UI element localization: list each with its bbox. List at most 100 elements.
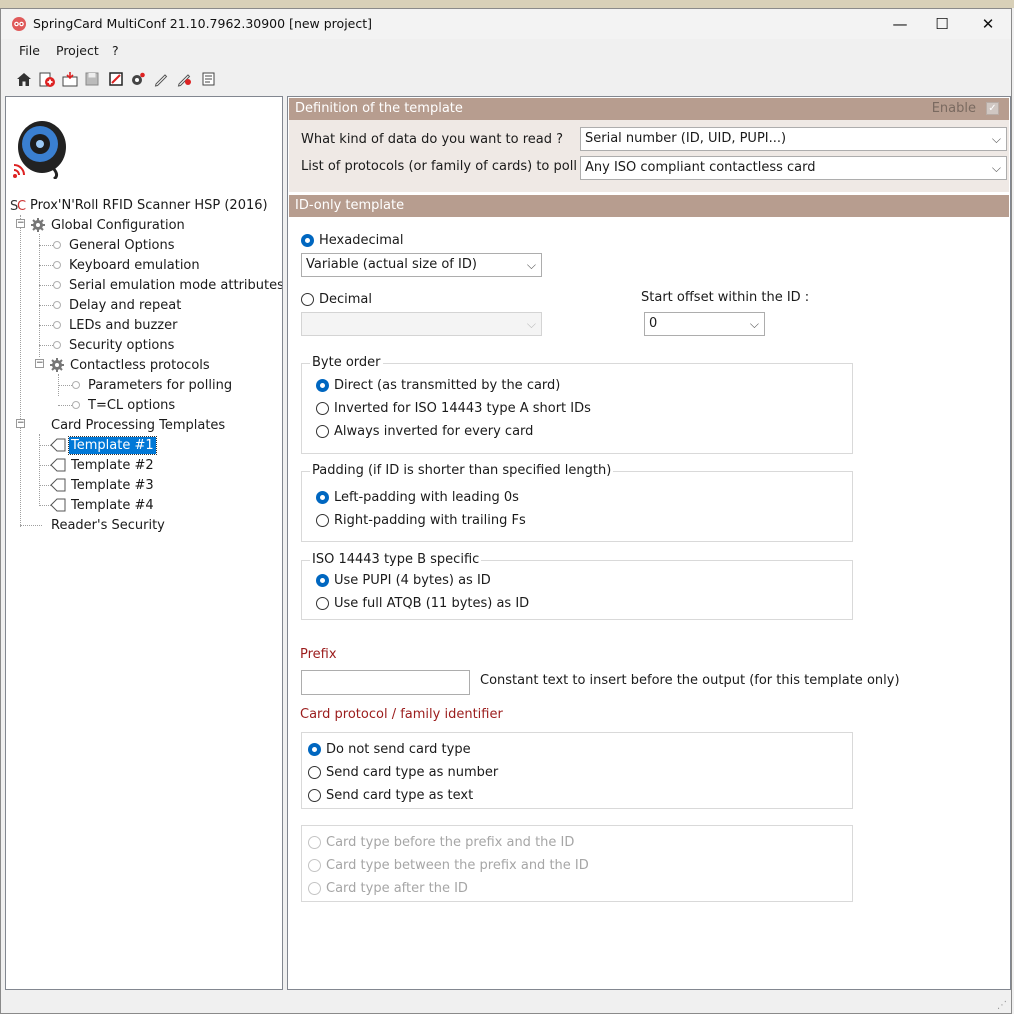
iso-b-atqb-radio[interactable]: Use full ATQB (11 bytes) as ID bbox=[316, 596, 529, 611]
new-icon[interactable] bbox=[36, 68, 58, 90]
tree-item-general[interactable]: General Options bbox=[53, 235, 177, 255]
export-icon[interactable] bbox=[105, 68, 127, 90]
status-bar: ⋰ bbox=[1, 991, 1011, 1013]
tree-root-label: Prox'N'Roll RFID Scanner HSP (2016) bbox=[30, 197, 268, 213]
tree-item-template-4[interactable]: Template #4 bbox=[50, 495, 156, 515]
padding-left-label: Left-padding with leading 0s bbox=[334, 490, 519, 505]
card-type-none-radio[interactable]: Do not send card type bbox=[308, 742, 471, 757]
tree-item-keyboard[interactable]: Keyboard emulation bbox=[53, 255, 202, 275]
padding-left-radio[interactable]: Left-padding with leading 0s bbox=[316, 490, 519, 505]
open-icon[interactable] bbox=[59, 68, 81, 90]
offset-select[interactable]: 0 ⌵ bbox=[644, 312, 765, 336]
iso-b-group: ISO 14443 type B specific Use PUPI (4 by… bbox=[301, 552, 853, 620]
tree-item-global[interactable]: Global Configuration bbox=[30, 215, 187, 235]
project-tree-panel: SC Prox'N'Roll RFID Scanner HSP (2016) −… bbox=[5, 96, 283, 990]
byte-order-inverted-a-radio[interactable]: Inverted for ISO 14443 type A short IDs bbox=[316, 401, 591, 416]
padding-right-radio[interactable]: Right-padding with trailing Fs bbox=[316, 513, 526, 528]
app-window: SpringCard MultiConf 21.10.7962.30900 [n… bbox=[0, 8, 1012, 1014]
hex-length-value: Variable (actual size of ID) bbox=[306, 257, 477, 272]
tree-item-template-3[interactable]: Template #3 bbox=[50, 475, 156, 495]
enable-checkbox[interactable]: ✓ bbox=[986, 102, 999, 115]
radio-unchecked-icon bbox=[308, 766, 321, 779]
chevron-down-icon: ⌵ bbox=[991, 132, 1001, 146]
tree-item-template-4-label: Template #4 bbox=[71, 497, 154, 513]
tree-item-delay[interactable]: Delay and repeat bbox=[53, 295, 183, 315]
enable-toggle[interactable]: Enable ✓ bbox=[932, 101, 999, 116]
iso-b-pupi-radio[interactable]: Use PUPI (4 bytes) as ID bbox=[316, 573, 491, 588]
save-icon[interactable] bbox=[81, 68, 103, 90]
edit-icon[interactable] bbox=[150, 68, 172, 90]
position-before-label: Card type before the prefix and the ID bbox=[326, 835, 575, 850]
tree-item-templates[interactable]: Card Processing Templates bbox=[49, 415, 227, 435]
home-icon[interactable] bbox=[13, 68, 35, 90]
hex-radio[interactable]: Hexadecimal bbox=[301, 233, 403, 248]
gear-icon bbox=[50, 358, 64, 372]
svg-text:C: C bbox=[17, 199, 26, 213]
radio-checked-icon bbox=[308, 743, 321, 756]
byte-order-always-inverted-radio[interactable]: Always inverted for every card bbox=[316, 424, 533, 439]
tree-item-template-2[interactable]: Template #2 bbox=[50, 455, 156, 475]
radio-unchecked-icon bbox=[308, 882, 321, 895]
reader-icon[interactable] bbox=[127, 68, 149, 90]
report-icon[interactable] bbox=[197, 68, 219, 90]
data-kind-select[interactable]: Serial number (ID, UID, PUPI...) ⌵ bbox=[580, 127, 1007, 151]
tree-item-serial[interactable]: Serial emulation mode attributes bbox=[53, 275, 282, 295]
tree-item-reader-security[interactable]: Reader's Security bbox=[49, 515, 167, 535]
tree-item-contactless[interactable]: Contactless protocols bbox=[49, 355, 212, 375]
card-type-number-label: Send card type as number bbox=[326, 765, 499, 780]
decimal-radio[interactable]: Decimal bbox=[301, 292, 372, 307]
collapse-templates-icon[interactable]: − bbox=[16, 419, 25, 428]
tree-root[interactable]: SC Prox'N'Roll RFID Scanner HSP (2016) bbox=[10, 195, 270, 215]
tree-item-polling-label: Parameters for polling bbox=[88, 377, 233, 393]
enable-label: Enable bbox=[931, 101, 976, 116]
byte-order-group: Byte order Direct (as transmitted by the… bbox=[301, 355, 853, 454]
menu-file[interactable]: File bbox=[19, 43, 40, 58]
node-icon bbox=[53, 241, 61, 249]
node-icon bbox=[53, 261, 61, 269]
menu-help[interactable]: ? bbox=[112, 43, 119, 58]
radio-unchecked-icon bbox=[316, 514, 329, 527]
decimal-length-select[interactable]: ⌵ bbox=[301, 312, 542, 336]
node-icon bbox=[53, 301, 61, 309]
collapse-contactless-icon[interactable]: − bbox=[35, 359, 44, 368]
card-type-number-radio[interactable]: Send card type as number bbox=[308, 765, 498, 780]
close-button[interactable]: ✕ bbox=[965, 9, 1011, 39]
collapse-global-icon[interactable]: − bbox=[16, 219, 25, 228]
protocols-value: Any ISO compliant contactless card bbox=[585, 160, 816, 175]
tree-item-reader-security-label: Reader's Security bbox=[51, 517, 165, 533]
minimize-button[interactable]: — bbox=[877, 9, 923, 39]
tree-item-tcl[interactable]: T=CL options bbox=[72, 395, 177, 415]
position-before-radio[interactable]: Card type before the prefix and the ID bbox=[308, 835, 574, 850]
tree-item-tcl-label: T=CL options bbox=[88, 397, 176, 413]
offset-value: 0 bbox=[649, 316, 658, 331]
position-after-radio[interactable]: Card type after the ID bbox=[308, 881, 468, 896]
position-after-label: Card type after the ID bbox=[326, 881, 468, 896]
position-between-radio[interactable]: Card type between the prefix and the ID bbox=[308, 858, 589, 873]
tree-item-global-label: Global Configuration bbox=[51, 217, 185, 233]
radio-unchecked-icon bbox=[308, 836, 321, 849]
tree-item-templates-label: Card Processing Templates bbox=[51, 417, 226, 433]
byte-order-always-inverted-label: Always inverted for every card bbox=[334, 424, 534, 439]
tree-item-security[interactable]: Security options bbox=[53, 335, 176, 355]
tree-item-leds[interactable]: LEDs and buzzer bbox=[53, 315, 179, 335]
tree-item-leds-label: LEDs and buzzer bbox=[69, 317, 178, 333]
hex-length-select[interactable]: Variable (actual size of ID) ⌵ bbox=[301, 253, 542, 277]
maximize-button[interactable]: ☐ bbox=[919, 9, 965, 39]
prefix-input[interactable] bbox=[301, 670, 470, 695]
write-icon[interactable] bbox=[173, 68, 195, 90]
menu-project[interactable]: Project bbox=[56, 43, 99, 58]
byte-order-direct-radio[interactable]: Direct (as transmitted by the card) bbox=[316, 378, 560, 393]
iso-b-atqb-label: Use full ATQB (11 bytes) as ID bbox=[334, 596, 530, 611]
card-type-text-radio[interactable]: Send card type as text bbox=[308, 788, 473, 803]
card-type-position-group: Card type before the prefix and the ID C… bbox=[301, 825, 853, 902]
node-icon bbox=[53, 281, 61, 289]
card-type-group: Do not send card type Send card type as … bbox=[301, 732, 853, 809]
protocols-select[interactable]: Any ISO compliant contactless card ⌵ bbox=[580, 156, 1007, 180]
resize-grip-icon[interactable]: ⋰ bbox=[997, 1000, 1007, 1011]
tag-icon bbox=[50, 438, 66, 452]
toolbar bbox=[1, 66, 1011, 94]
reader-logo-icon bbox=[13, 121, 66, 179]
tree-item-template-1[interactable]: Template #1 bbox=[50, 435, 157, 455]
iso-b-pupi-label: Use PUPI (4 bytes) as ID bbox=[334, 573, 491, 588]
tree-item-polling[interactable]: Parameters for polling bbox=[72, 375, 234, 395]
